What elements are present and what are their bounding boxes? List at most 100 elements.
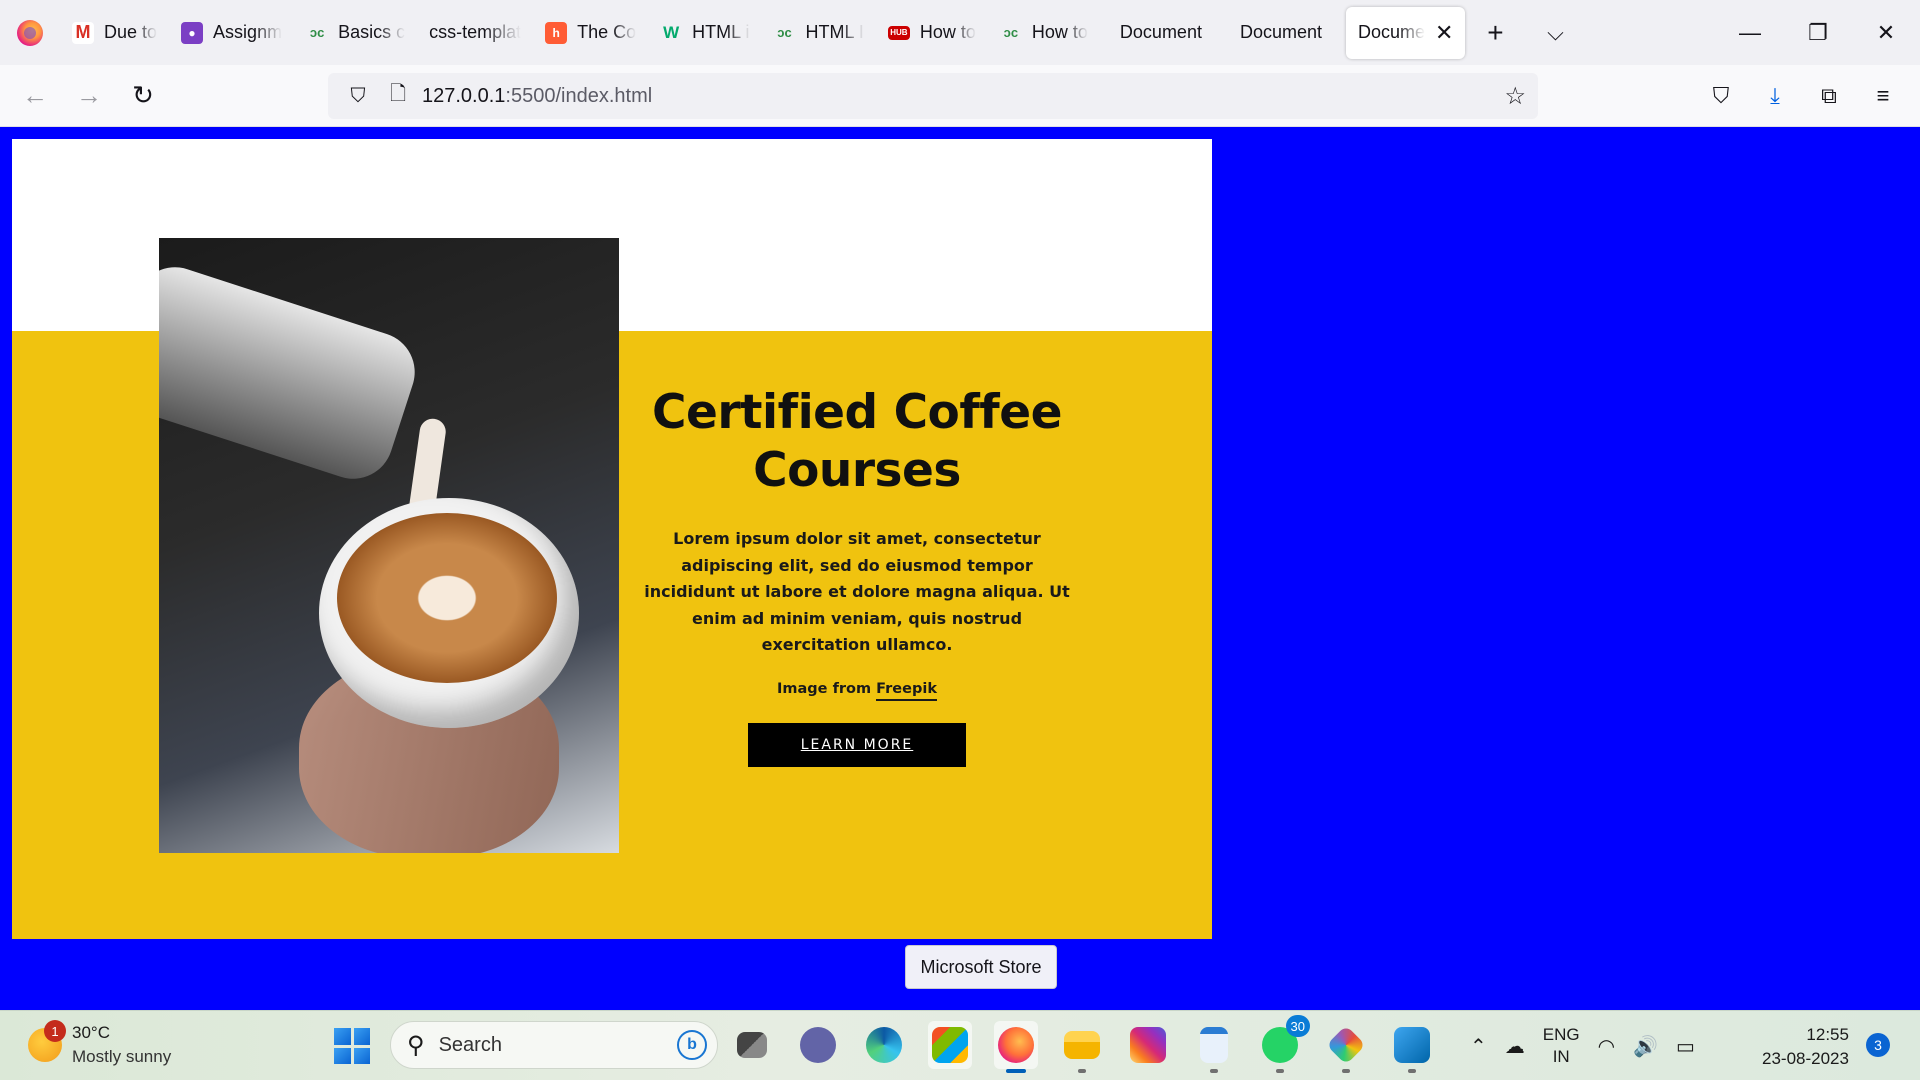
weather-text: 30°C Mostly sunny (72, 1021, 171, 1069)
bing-icon[interactable]: b (677, 1030, 707, 1060)
system-tray: ⌃ ☁ ENG IN ◠ 🔊 ▭ (1470, 1021, 1695, 1071)
input-language[interactable]: ENG IN (1543, 1024, 1580, 1068)
app-menu-button[interactable]: ≡ (1856, 69, 1910, 123)
active-indicator (1006, 1069, 1026, 1073)
new-tab-button[interactable]: + (1465, 7, 1525, 59)
tab-assignment[interactable]: ● Assignm (169, 7, 294, 59)
freepik-link[interactable]: Freepik (876, 680, 937, 701)
taskbar-search[interactable]: ⚲ Search b (390, 1021, 718, 1069)
reload-icon: ↻ (132, 80, 154, 110)
onedrive-cloud-icon[interactable]: ☁ (1505, 1034, 1525, 1059)
url-host: 127.0.0.1 (422, 84, 506, 107)
vscode-button[interactable] (1390, 1021, 1434, 1073)
tab-gfg-html[interactable]: ↄc HTML I (762, 7, 876, 59)
tab-document-1[interactable]: Document (1100, 7, 1222, 59)
hero-heading: Certified Coffee Courses (652, 385, 1063, 498)
hero-text: Certified Coffee Courses Lorem ipsum dol… (632, 384, 1082, 767)
downloads-button[interactable]: ⤓ (1748, 69, 1802, 123)
learn-more-button[interactable]: LEARN MORE (748, 722, 966, 767)
navigation-toolbar: ← → ↻ ⛉ 🗋 127.0.0.1:5500/index.html ☆ ⛉ … (0, 65, 1920, 127)
firefox-view-button[interactable] (0, 0, 60, 65)
running-indicator (1276, 1069, 1284, 1073)
running-indicator (1078, 1069, 1086, 1073)
close-icon: ✕ (1876, 19, 1896, 45)
bookmark-star-icon[interactable]: ☆ (1504, 82, 1526, 111)
close-tab-icon[interactable]: ✕ (1435, 20, 1453, 46)
volume-icon[interactable]: 🔊 (1633, 1034, 1658, 1059)
gfg-icon: ↄc (777, 25, 792, 40)
tracking-protection-shield-icon[interactable]: ⛉ (342, 80, 374, 112)
tab-hub-howto[interactable]: HUB How to (876, 7, 988, 59)
toolbar-right: ⛉ ⤓ ⧉ ≡ (1694, 69, 1910, 123)
region-code: IN (1552, 1047, 1570, 1066)
tab-w3schools[interactable]: W HTML i (648, 7, 761, 59)
taskbar-tooltip: Microsoft Store (905, 945, 1057, 989)
wifi-icon[interactable]: ◠ (1598, 1034, 1615, 1059)
tab-label: HTML i (692, 22, 750, 42)
hero-description: Lorem ipsum dolor sit amet, consectetur … (644, 529, 1070, 654)
page-info-icon[interactable]: 🗋 (382, 80, 414, 112)
tab-css-template[interactable]: css-templat (417, 7, 533, 59)
close-window-button[interactable]: ✕ (1852, 0, 1920, 65)
notepad-button[interactable] (1192, 1021, 1236, 1073)
show-hidden-icons-chevron-icon[interactable]: ⌃ (1470, 1034, 1487, 1059)
pocket-button[interactable]: ⛉ (1694, 69, 1748, 123)
restore-icon: ❐ (1808, 19, 1828, 45)
minimize-button[interactable]: — (1716, 0, 1784, 65)
file-explorer-button[interactable] (1060, 1021, 1104, 1073)
w3schools-icon: W (663, 22, 680, 42)
tab-label: Basics c (338, 22, 406, 42)
forward-button[interactable]: → (62, 69, 116, 123)
back-button[interactable]: ← (8, 69, 62, 123)
microsoft-store-button[interactable] (928, 1021, 972, 1069)
reload-button[interactable]: ↻ (116, 69, 170, 123)
notification-badge[interactable]: 3 (1866, 1033, 1890, 1057)
firefox-taskbar-button[interactable] (994, 1021, 1038, 1073)
puzzle-icon: ⧉ (1821, 83, 1837, 108)
firefox-icon (998, 1027, 1034, 1063)
download-icon: ⤓ (1770, 83, 1780, 108)
url-path: :5500/index.html (505, 84, 653, 107)
paint-button[interactable] (1324, 1021, 1368, 1073)
tab-label: css-templat (429, 22, 522, 42)
instagram-button[interactable] (1126, 1021, 1170, 1069)
hamburger-menu-icon: ≡ (1876, 83, 1890, 108)
pocket-icon: ⛉ (1712, 83, 1730, 108)
windows-taskbar: 1 30°C Mostly sunny ⚲ Search b 30 ⌃ ☁ EN… (0, 1010, 1920, 1080)
classroom-icon: ● (181, 21, 204, 44)
weather-badge: 1 (44, 1020, 66, 1042)
clock-date: 23-08-2023 (1762, 1049, 1849, 1068)
tab-document-2[interactable]: Document (1222, 7, 1340, 59)
whatsapp-button[interactable]: 30 (1258, 1015, 1310, 1073)
address-bar[interactable]: ⛉ 🗋 127.0.0.1:5500/index.html ☆ (328, 73, 1538, 119)
extensions-button[interactable]: ⧉ (1802, 69, 1856, 123)
gmail-icon: M (72, 21, 94, 44)
tab-label: HTML I (805, 22, 864, 42)
edge-button[interactable] (862, 1021, 906, 1069)
tab-label: Due to (104, 22, 158, 42)
tab-gfg-basics[interactable]: ↄc Basics c (294, 7, 417, 59)
hub-icon: HUB (887, 25, 910, 40)
tab-active-document[interactable]: Docume ✕ (1346, 6, 1466, 59)
tab-label: Document (1119, 22, 1202, 42)
windows-logo-tile (334, 1047, 351, 1064)
tab-label: How to (1031, 22, 1088, 42)
task-view-button[interactable] (730, 1021, 774, 1069)
tab-gmail[interactable]: M Due to (60, 7, 169, 59)
battery-icon[interactable]: ▭ (1676, 1034, 1695, 1059)
weather-widget[interactable]: 1 30°C Mostly sunny (28, 1020, 171, 1069)
start-button[interactable] (334, 1028, 370, 1064)
arrow-left-icon: ← (22, 80, 48, 110)
tab-gfg-howto[interactable]: ↄc How to (988, 7, 1100, 59)
search-placeholder: Search (438, 1033, 502, 1056)
teams-chat-button[interactable] (796, 1021, 840, 1069)
windows-logo-tile (353, 1028, 370, 1045)
tab-label: Docume (1358, 22, 1426, 42)
clock[interactable]: 12:55 23-08-2023 (1762, 1023, 1849, 1071)
milk-pitcher-shape (159, 256, 426, 490)
list-all-tabs-button[interactable]: ⌵ (1525, 7, 1585, 59)
restore-button[interactable]: ❐ (1784, 0, 1852, 65)
tab-hubspot[interactable]: h The Co (533, 7, 648, 59)
windows-logo-tile (353, 1047, 370, 1064)
hero-section: Certified Coffee Courses Lorem ipsum dol… (12, 139, 1212, 939)
